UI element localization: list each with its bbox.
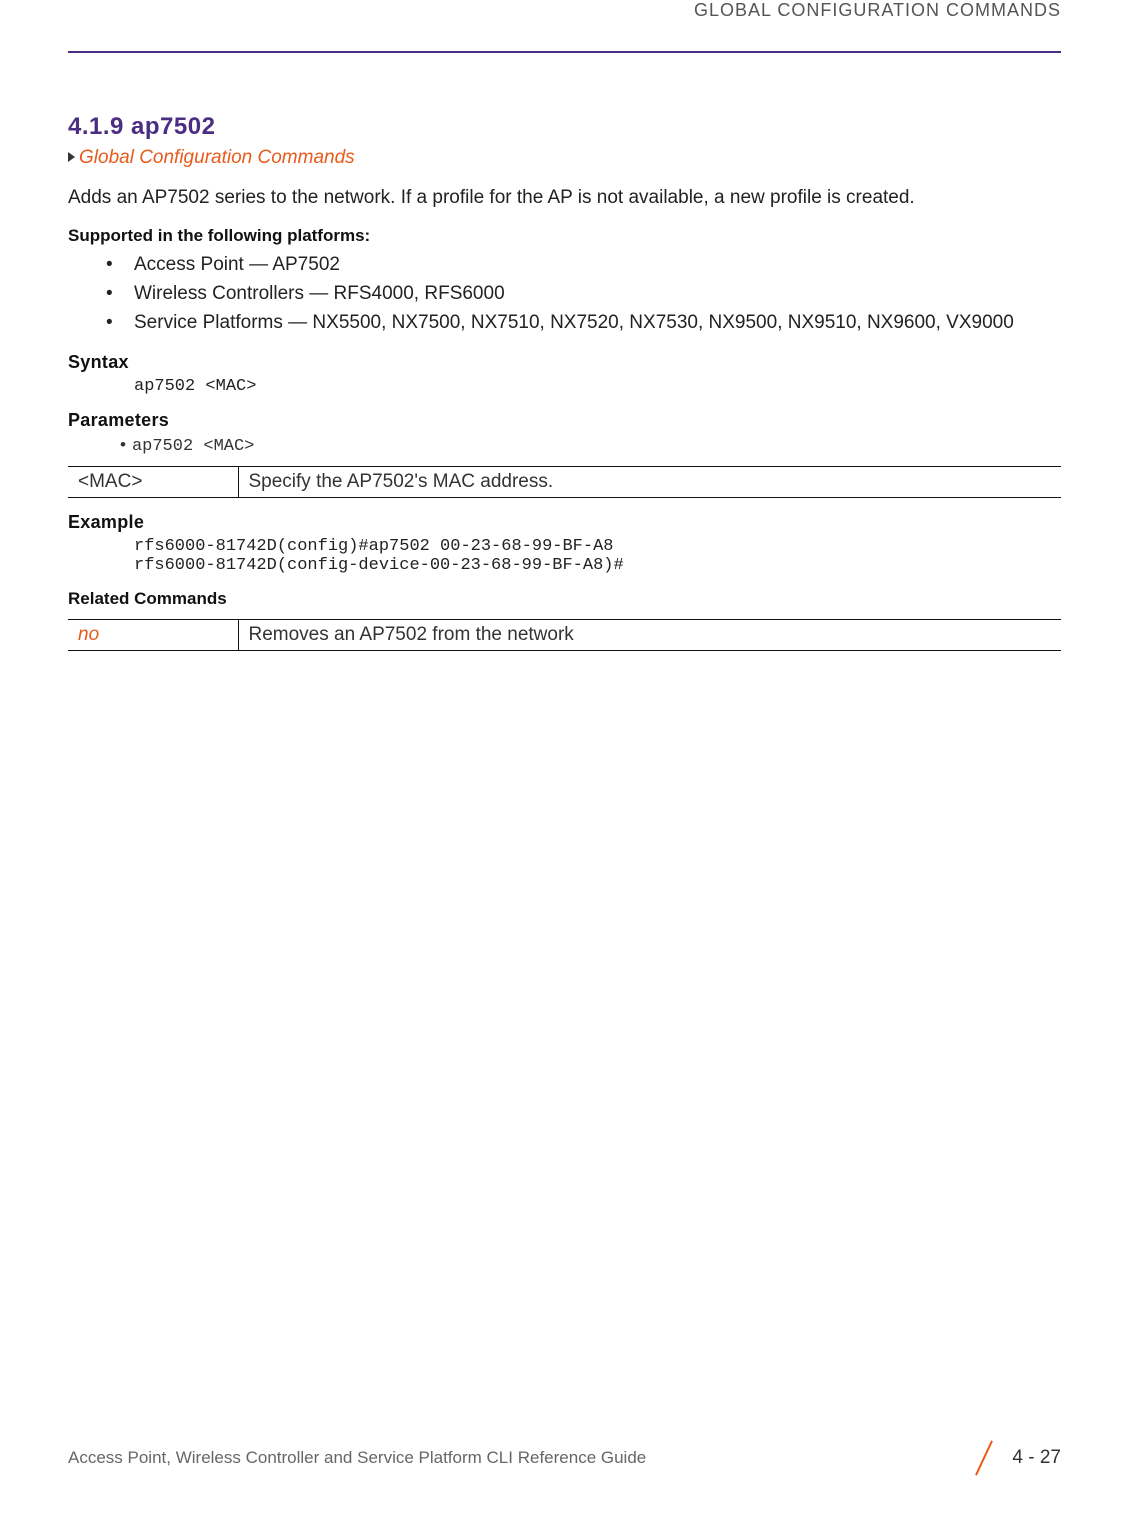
param-desc-cell: Specify the AP7502's MAC address. xyxy=(238,466,1061,497)
parameters-line-text: ap7502 <MAC> xyxy=(132,437,254,456)
list-item: Wireless Controllers — RFS4000, RFS6000 xyxy=(106,279,1061,308)
footer-title: Access Point, Wireless Controller and Se… xyxy=(68,1448,646,1468)
supported-list: Access Point — AP7502 Wireless Controlle… xyxy=(68,250,1061,338)
breadcrumb[interactable]: Global Configuration Commands xyxy=(68,147,1061,169)
param-name-cell: <MAC> xyxy=(68,466,238,497)
arrow-right-icon xyxy=(68,152,75,162)
list-item: Access Point — AP7502 xyxy=(106,250,1061,279)
slash-icon xyxy=(966,1441,1000,1475)
header-rule xyxy=(68,51,1061,53)
footer-right: 4 - 27 xyxy=(954,1441,1061,1475)
parameters-line: •ap7502 <MAC> xyxy=(68,435,1061,456)
parameters-heading: Parameters xyxy=(68,410,1061,431)
breadcrumb-label: Global Configuration Commands xyxy=(79,147,355,168)
parameters-table: <MAC> Specify the AP7502's MAC address. xyxy=(68,466,1061,498)
list-item: Service Platforms — NX5500, NX7500, NX75… xyxy=(106,308,1061,337)
example-heading: Example xyxy=(68,512,1061,533)
syntax-code: ap7502 <MAC> xyxy=(68,377,1061,396)
page-footer: Access Point, Wireless Controller and Se… xyxy=(68,1441,1061,1475)
page-number: 4 - 27 xyxy=(1012,1447,1061,1469)
related-table: no Removes an AP7502 from the network xyxy=(68,619,1061,651)
running-header: GLOBAL CONFIGURATION COMMANDS xyxy=(68,0,1061,25)
supported-heading: Supported in the following platforms: xyxy=(68,226,1061,246)
related-desc-cell: Removes an AP7502 from the network xyxy=(238,619,1061,650)
related-cmd-cell[interactable]: no xyxy=(68,619,238,650)
syntax-heading: Syntax xyxy=(68,352,1061,373)
table-row: <MAC> Specify the AP7502's MAC address. xyxy=(68,466,1061,497)
related-heading: Related Commands xyxy=(68,589,1061,609)
example-code: rfs6000-81742D(config)#ap7502 00-23-68-9… xyxy=(68,537,1061,575)
intro-paragraph: Adds an AP7502 series to the network. If… xyxy=(68,185,1061,212)
table-row: no Removes an AP7502 from the network xyxy=(68,619,1061,650)
section-heading: 4.1.9 ap7502 xyxy=(68,113,1061,141)
